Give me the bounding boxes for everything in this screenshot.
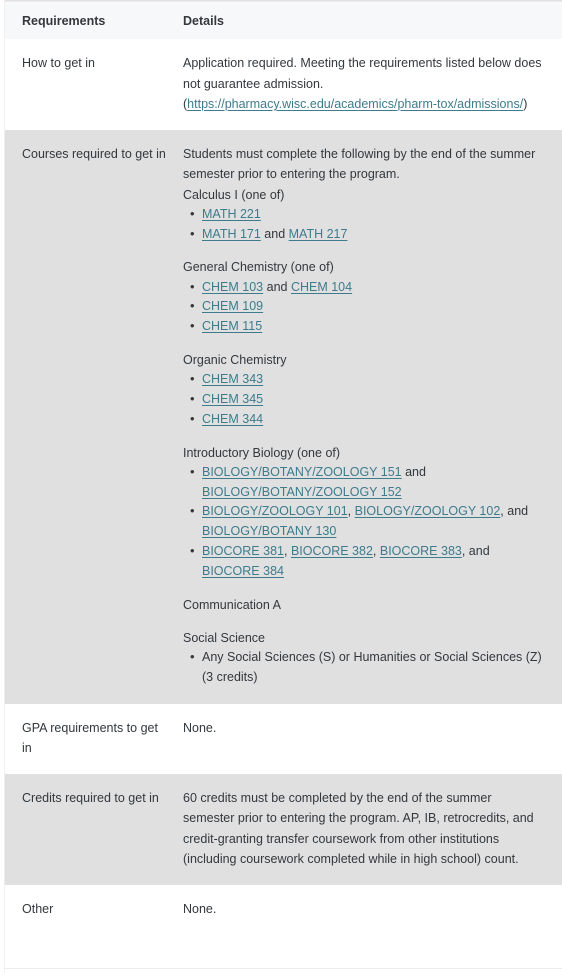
table-row: How to get in Application required. Meeti… <box>5 39 562 130</box>
table-row: Credits required to get in 60 credits mus… <box>5 774 562 886</box>
course-link[interactable]: BIOCORE 381 <box>202 544 284 558</box>
course-link[interactable]: CHEM 109 <box>202 299 263 313</box>
course-group-title: Social Science <box>183 630 265 645</box>
course-link[interactable]: BIOLOGY/ZOOLOGY 102 <box>355 504 501 518</box>
course-link[interactable]: BIOCORE 382 <box>291 544 373 558</box>
course-link[interactable]: CHEM 115 <box>202 319 262 333</box>
detail-text: None. <box>183 720 217 735</box>
course-link[interactable]: MATH 171 <box>202 227 261 241</box>
detail-text: 60 credits must be completed by the end … <box>183 791 534 866</box>
inline-text: , <box>347 504 355 519</box>
detail-text: ) <box>523 96 528 111</box>
inline-text: , <box>372 543 380 558</box>
course-list-item: Any Social Sciences (S) or Humanities or… <box>183 647 544 688</box>
course-link[interactable]: BIOLOGY/ZOOLOGY 101 <box>202 504 348 518</box>
requirement-label: Credits required to get in <box>22 791 159 806</box>
course-list: BIOLOGY/BOTANY/ZOOLOGY 151 and BIOLOGY/B… <box>183 462 544 582</box>
course-group-title: Organic Chemistry <box>183 353 287 367</box>
table-bottom-border <box>5 968 562 969</box>
course-group: Social Science Any Social Sciences (S) or… <box>183 628 544 688</box>
inline-text: and <box>401 464 426 479</box>
course-list-item: BIOCORE 381, BIOCORE 382, BIOCORE 383, a… <box>183 541 544 582</box>
course-link[interactable]: MATH 221 <box>202 207 261 221</box>
course-link[interactable]: CHEM 343 <box>202 372 263 386</box>
course-link[interactable]: BIOCORE 383 <box>380 544 462 558</box>
inline-text: Any Social Sciences (S) or Humanities or… <box>202 650 542 684</box>
requirement-label-cell: How to get in <box>5 39 180 130</box>
course-link[interactable]: BIOLOGY/BOTANY/ZOOLOGY 151 <box>202 465 402 479</box>
course-link[interactable]: MATH 217 <box>289 227 348 241</box>
course-list-item: CHEM 343 <box>183 369 544 390</box>
course-list: CHEM 343 CHEM 345 CHEM 344 <box>183 369 544 430</box>
inline-text: , <box>283 543 291 558</box>
inline-text: and <box>260 226 289 241</box>
table-body: How to get in Application required. Meeti… <box>5 39 562 936</box>
course-list-item: CHEM 345 <box>183 389 544 410</box>
detail-paragraph: None. <box>183 899 544 919</box>
course-link[interactable]: CHEM 344 <box>202 412 263 426</box>
course-link[interactable]: CHEM 345 <box>202 392 263 406</box>
course-link[interactable]: BIOCORE 384 <box>202 564 284 578</box>
inline-text: and <box>263 279 291 294</box>
requirement-label: How to get in <box>22 56 95 71</box>
course-list-item: CHEM 344 <box>183 409 544 430</box>
inline-text: , and <box>500 504 529 519</box>
column-header-details: Details <box>180 4 562 40</box>
table-row: Other None. <box>5 885 562 936</box>
requirement-label-cell: Credits required to get in <box>5 774 180 886</box>
detail-text: Students must complete the following by … <box>183 147 536 182</box>
course-group: Communication A <box>183 595 544 615</box>
requirement-label: Other <box>22 902 54 917</box>
course-group-title: Calculus I (one of) <box>183 187 285 202</box>
requirement-detail-cell: 60 credits must be completed by the end … <box>180 774 562 886</box>
table-row: Courses required to get in Students must … <box>5 130 562 704</box>
requirement-detail-cell: Students must complete the following by … <box>180 130 562 704</box>
course-link[interactable]: BIOLOGY/BOTANY 130 <box>202 524 336 538</box>
course-group: Calculus I (one of) MATH 221 MATH 171 and … <box>183 185 544 245</box>
course-list-item: BIOLOGY/ZOOLOGY 101, BIOLOGY/ZOOLOGY 102… <box>183 501 544 542</box>
course-group-title: General Chemistry (one of) <box>183 260 334 275</box>
table-header: Requirements Details <box>5 4 562 40</box>
detail-paragraph: Application required. Meeting the requir… <box>183 53 544 114</box>
requirement-label-cell: Other <box>5 885 180 936</box>
course-group: General Chemistry (one of) CHEM 103 and C… <box>183 257 544 337</box>
course-list: MATH 221 MATH 171 and MATH 217 <box>183 204 544 245</box>
requirement-label: Courses required to get in <box>22 147 166 161</box>
column-header-requirements: Requirements <box>5 4 180 40</box>
table-row: GPA requirements to get in None. <box>5 703 562 775</box>
course-group-title: Communication A <box>183 597 281 612</box>
course-group: Introductory Biology (one of) BIOLOGY/BOT… <box>183 443 544 582</box>
requirements-table: Requirements Details How to get in Applic… <box>5 4 562 936</box>
detail-paragraph: Students must complete the following by … <box>183 144 544 185</box>
course-list: CHEM 103 and CHEM 104CHEM 109CHEM 115 <box>183 277 544 337</box>
requirement-detail-cell: None. <box>180 885 562 936</box>
course-list-item: CHEM 109 <box>183 296 544 317</box>
course-list: Any Social Sciences (S) or Humanities or… <box>183 647 544 688</box>
course-list-item: MATH 221 <box>183 204 544 225</box>
course-list-item: CHEM 103 and CHEM 104 <box>183 277 544 298</box>
course-group: Organic ChemistryCHEM 343CHEM 345CHEM 34… <box>183 350 544 430</box>
requirement-detail-cell: None. <box>180 703 562 775</box>
requirements-page: Requirements Details How to get in Applic… <box>0 0 562 973</box>
external-url-link[interactable]: https://pharmacy.wisc.edu/academics/phar… <box>187 97 523 111</box>
detail-paragraph: 60 credits must be completed by the end … <box>183 788 544 869</box>
requirements-table-wrapper: Requirements Details How to get in Applic… <box>5 4 562 973</box>
requirement-label: GPA requirements to get in <box>22 720 158 755</box>
table-header-row: Requirements Details <box>5 4 562 40</box>
course-list-item: MATH 171 and MATH 217 <box>183 224 544 245</box>
course-link[interactable]: CHEM 104 <box>291 280 352 294</box>
detail-paragraph: None. <box>183 718 544 738</box>
course-list-item: BIOLOGY/BOTANY/ZOOLOGY 151 and BIOLOGY/B… <box>183 462 544 503</box>
course-list-item: CHEM 115 <box>183 316 544 337</box>
course-link[interactable]: CHEM 103 <box>202 280 263 294</box>
requirement-label-cell: Courses required to get in <box>5 130 180 704</box>
inline-text: , and <box>461 543 490 558</box>
requirement-label-cell: GPA requirements to get in <box>5 703 180 775</box>
detail-text: None. <box>183 902 217 917</box>
course-link[interactable]: BIOLOGY/BOTANY/ZOOLOGY 152 <box>202 485 402 499</box>
course-group-title: Introductory Biology (one of) <box>183 445 341 460</box>
requirement-detail-cell: Application required. Meeting the requir… <box>180 39 562 130</box>
